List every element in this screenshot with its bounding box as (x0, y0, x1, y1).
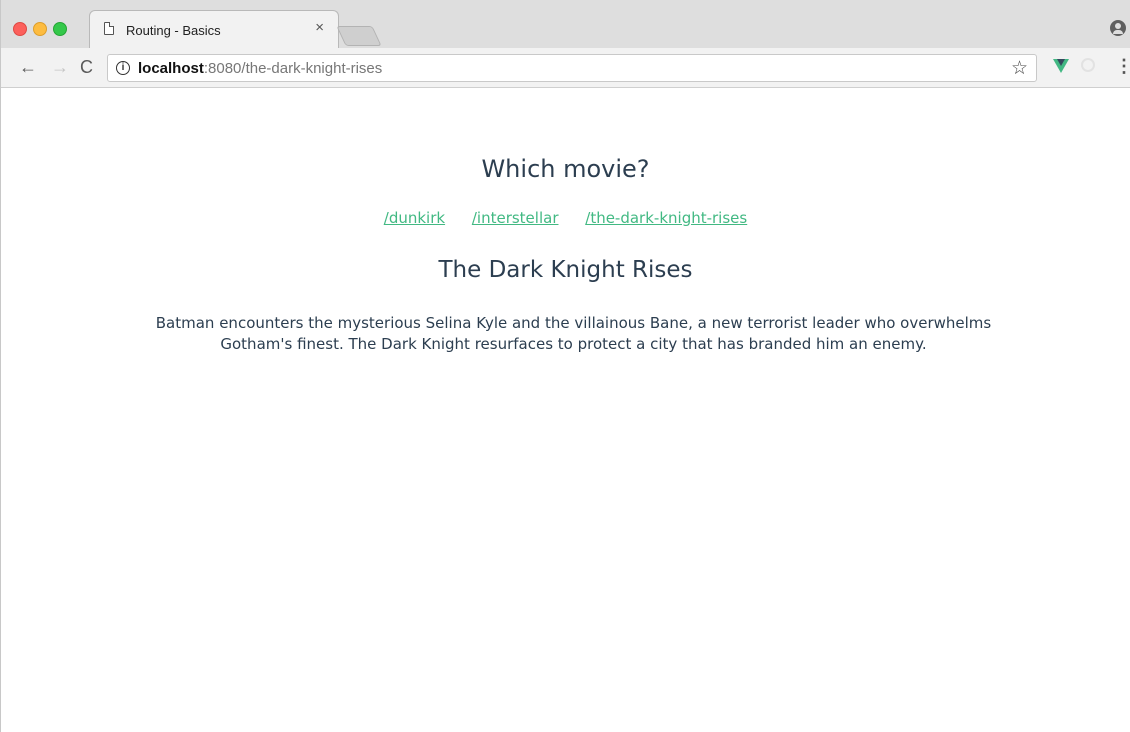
browser-toolbar: ← → C i localhost:8080/the-dark-knight-r… (1, 48, 1130, 88)
bookmark-star-icon[interactable]: ☆ (1011, 57, 1028, 80)
forward-button[interactable]: → (51, 56, 69, 78)
tab-routing-basics[interactable]: Routing - Basics × (89, 10, 339, 48)
movie-title: The Dark Knight Rises (438, 257, 693, 283)
url-host: localhost (138, 60, 204, 77)
page-icon (104, 22, 114, 35)
new-tab-button[interactable] (336, 26, 382, 46)
close-window-button[interactable] (13, 22, 27, 36)
browser-window: Routing - Basics × ← → C i localhost:808… (0, 0, 1130, 732)
profile-icon[interactable] (1110, 20, 1126, 36)
fullscreen-window-button[interactable] (53, 22, 67, 36)
minimize-window-button[interactable] (33, 22, 47, 36)
tab-strip: Routing - Basics × (1, 0, 1130, 48)
page-content: Which movie? /dunkirk /interstellar /the… (1, 89, 1130, 732)
info-icon[interactable]: i (116, 61, 130, 75)
extension-icon[interactable] (1081, 58, 1095, 72)
url-text[interactable]: localhost:8080/the-dark-knight-rises (138, 60, 382, 77)
route-links: /dunkirk /interstellar /the-dark-knight-… (1, 209, 1130, 227)
reload-button[interactable]: C (80, 56, 93, 78)
tab-close-icon[interactable]: × (315, 19, 324, 36)
link-the-dark-knight-rises[interactable]: /the-dark-knight-rises (585, 209, 747, 227)
vue-devtools-icon[interactable] (1053, 59, 1069, 73)
movie-description: Batman encounters the mysterious Selina … (155, 314, 992, 353)
url-path: :8080/the-dark-knight-rises (203, 60, 383, 77)
link-dunkirk[interactable]: /dunkirk (384, 209, 445, 227)
browser-menu-icon[interactable]: ⋮ (1115, 56, 1130, 76)
address-bar[interactable]: i localhost:8080/the-dark-knight-rises ☆ (107, 54, 1037, 82)
page-heading: Which movie? (481, 155, 650, 183)
link-interstellar[interactable]: /interstellar (472, 209, 559, 227)
back-button[interactable]: ← (19, 56, 37, 78)
tab-title: Routing - Basics (126, 23, 221, 38)
